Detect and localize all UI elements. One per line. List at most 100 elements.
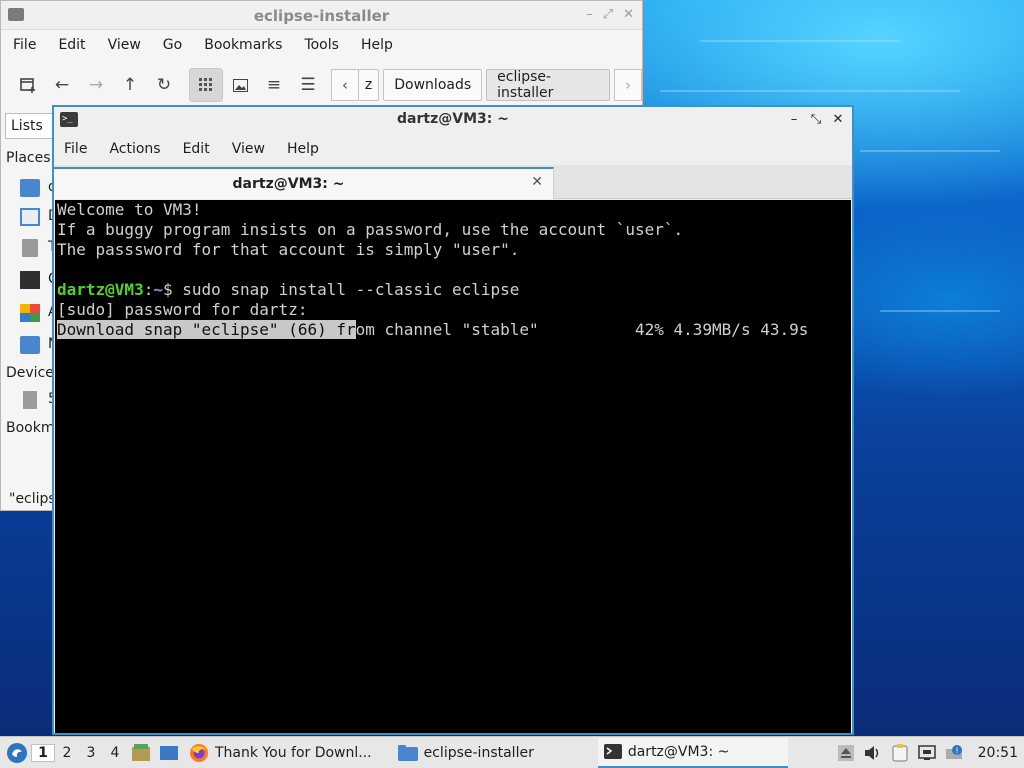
sidebar-heading-devices: Device bbox=[6, 365, 54, 381]
path-segment-downloads[interactable]: Downloads bbox=[383, 69, 483, 101]
trash-icon[interactable] bbox=[22, 239, 38, 257]
back-icon[interactable]: ← bbox=[45, 68, 79, 102]
start-menu-icon[interactable] bbox=[3, 739, 31, 767]
file-manager-title: eclipse-installer bbox=[253, 7, 390, 25]
menu-go[interactable]: Go bbox=[163, 37, 182, 53]
menu-view[interactable]: View bbox=[108, 37, 141, 53]
folder-icon bbox=[397, 744, 418, 761]
task-label: eclipse-installer bbox=[423, 744, 534, 761]
menu-help[interactable]: Help bbox=[287, 141, 319, 157]
prompt-command: $ sudo snap install --classic eclipse bbox=[162, 280, 520, 299]
clipboard-icon[interactable] bbox=[892, 744, 908, 762]
terminal-line: [sudo] password for dartz: bbox=[57, 300, 308, 319]
network-icon[interactable] bbox=[20, 336, 40, 354]
network-wired-icon[interactable] bbox=[917, 745, 936, 761]
forward-icon[interactable]: → bbox=[79, 68, 113, 102]
show-desktop-icon[interactable] bbox=[155, 739, 183, 767]
file-manager-status: "eclips bbox=[9, 491, 56, 507]
close-tab-icon[interactable]: ✕ bbox=[531, 174, 543, 190]
wallpaper-streak bbox=[660, 90, 960, 92]
wallpaper-streak bbox=[880, 310, 1000, 312]
close-icon[interactable]: ✕ bbox=[830, 110, 846, 128]
task-label: dartz@VM3: ~ bbox=[627, 743, 730, 760]
terminal-window: >_ dartz@VM3: ~ – ⤡ ✕ File Actions Edit … bbox=[52, 105, 854, 735]
prompt-path: ~ bbox=[153, 280, 163, 299]
file-manager-toolbar: ← → ↑ ↻ ≡ ☰ ‹ z Downloads eclipse-instal… bbox=[1, 60, 643, 110]
desktop-icon[interactable] bbox=[20, 208, 40, 226]
file-manager-launcher-icon[interactable] bbox=[127, 739, 155, 767]
sidebar-heading-places: Places bbox=[6, 150, 51, 166]
path-segment-truncated[interactable]: z bbox=[358, 69, 380, 101]
drive-icon[interactable] bbox=[23, 391, 37, 409]
terminal-line: Welcome to VM3! bbox=[57, 200, 202, 219]
maximize-icon[interactable]: ⤢ bbox=[603, 7, 613, 22]
terminal-icon bbox=[603, 744, 622, 759]
menu-file[interactable]: File bbox=[64, 141, 87, 157]
path-scroll-left-button[interactable]: ‹ bbox=[331, 69, 359, 101]
workspace-3[interactable]: 3 bbox=[79, 745, 103, 761]
terminal-prompt-line: dartz@VM3:~$ sudo snap install --classic… bbox=[57, 280, 849, 300]
path-bar: ‹ z Downloads eclipse-installer › bbox=[331, 69, 643, 101]
computer-icon[interactable] bbox=[20, 271, 40, 289]
detailed-list-icon[interactable]: ☰ bbox=[291, 68, 325, 102]
clock[interactable]: 20:51 bbox=[978, 745, 1018, 761]
menu-actions[interactable]: Actions bbox=[109, 141, 160, 157]
terminal-window-buttons: – ⤡ ✕ bbox=[786, 110, 846, 128]
update-notifier-icon[interactable]: ! bbox=[945, 745, 962, 761]
minimize-icon[interactable]: – bbox=[786, 110, 802, 128]
terminal-tab[interactable]: dartz@VM3: ~ ✕ bbox=[54, 167, 554, 199]
task-firefox[interactable]: Thank You for Downl... bbox=[183, 738, 378, 768]
volume-icon[interactable] bbox=[864, 745, 882, 761]
terminal-output[interactable]: Welcome to VM3! If a buggy program insis… bbox=[55, 200, 851, 733]
icon-view-icon[interactable] bbox=[190, 69, 222, 101]
menu-view[interactable]: View bbox=[232, 141, 265, 157]
applications-icon[interactable] bbox=[20, 304, 40, 322]
menu-edit[interactable]: Edit bbox=[183, 141, 210, 157]
progress-text: om channel "stable" 42% 4.39MB/s 43.9s bbox=[355, 320, 809, 339]
menu-tools[interactable]: Tools bbox=[304, 37, 339, 53]
thumbnail-view-icon[interactable] bbox=[223, 68, 257, 102]
svg-text:!: ! bbox=[955, 747, 958, 756]
compact-view-icon[interactable]: ≡ bbox=[257, 68, 291, 102]
terminal-progress-line: Download snap "eclipse" (66) from channe… bbox=[57, 320, 849, 340]
menu-bookmarks[interactable]: Bookmarks bbox=[204, 37, 282, 53]
task-label: Thank You for Downl... bbox=[215, 744, 372, 761]
task-terminal[interactable]: dartz@VM3: ~ bbox=[597, 737, 788, 768]
workspace-2[interactable]: 2 bbox=[55, 745, 79, 761]
menu-help[interactable]: Help bbox=[361, 37, 393, 53]
terminal-line: If a buggy program insists on a password… bbox=[57, 220, 684, 239]
workspace-1[interactable]: 1 bbox=[31, 743, 55, 762]
system-tray: ! 20:51 bbox=[837, 737, 1024, 768]
sidebar-tab-lists[interactable]: Lists bbox=[5, 113, 53, 139]
new-tab-icon[interactable] bbox=[11, 68, 45, 102]
prompt-user: dartz@VM3 bbox=[57, 280, 144, 299]
terminal-title: dartz@VM3: ~ bbox=[397, 111, 509, 127]
wallpaper-streak bbox=[860, 150, 1000, 152]
close-icon[interactable]: ✕ bbox=[623, 7, 634, 22]
taskbar: 1 2 3 4 Thank You for Downl... eclipse-i… bbox=[0, 736, 1024, 768]
sidebar-heading-bookmarks: Bookm bbox=[6, 420, 55, 436]
reload-icon[interactable]: ↻ bbox=[147, 68, 181, 102]
terminal-line: The passsword for that account is simply… bbox=[57, 240, 520, 259]
firefox-icon bbox=[190, 743, 208, 762]
minimize-icon[interactable]: – bbox=[586, 7, 593, 22]
menu-file[interactable]: File bbox=[13, 37, 36, 53]
workspace-4[interactable]: 4 bbox=[103, 745, 127, 761]
view-mode-group bbox=[189, 68, 223, 102]
terminal-tab-label: dartz@VM3: ~ bbox=[232, 176, 345, 192]
restore-icon[interactable]: ⤡ bbox=[808, 110, 824, 128]
home-folder-icon[interactable] bbox=[20, 179, 40, 197]
path-scroll-right-button[interactable]: › bbox=[614, 69, 643, 101]
prompt-separator: : bbox=[143, 280, 154, 299]
file-manager-window-buttons: – ⤢ ✕ bbox=[586, 7, 634, 22]
file-manager-titlebar[interactable]: eclipse-installer – ⤢ ✕ bbox=[1, 1, 642, 30]
wallpaper-streak bbox=[700, 40, 900, 42]
menu-edit[interactable]: Edit bbox=[58, 37, 85, 53]
terminal-tab-bar: dartz@VM3: ~ ✕ bbox=[54, 165, 852, 199]
eject-icon[interactable] bbox=[837, 745, 854, 761]
path-segment-eclipse-installer[interactable]: eclipse-installer bbox=[486, 69, 611, 101]
task-file-manager[interactable]: eclipse-installer bbox=[392, 738, 540, 768]
terminal-titlebar[interactable]: >_ dartz@VM3: ~ – ⤡ ✕ bbox=[54, 107, 852, 133]
up-icon[interactable]: ↑ bbox=[113, 68, 147, 102]
